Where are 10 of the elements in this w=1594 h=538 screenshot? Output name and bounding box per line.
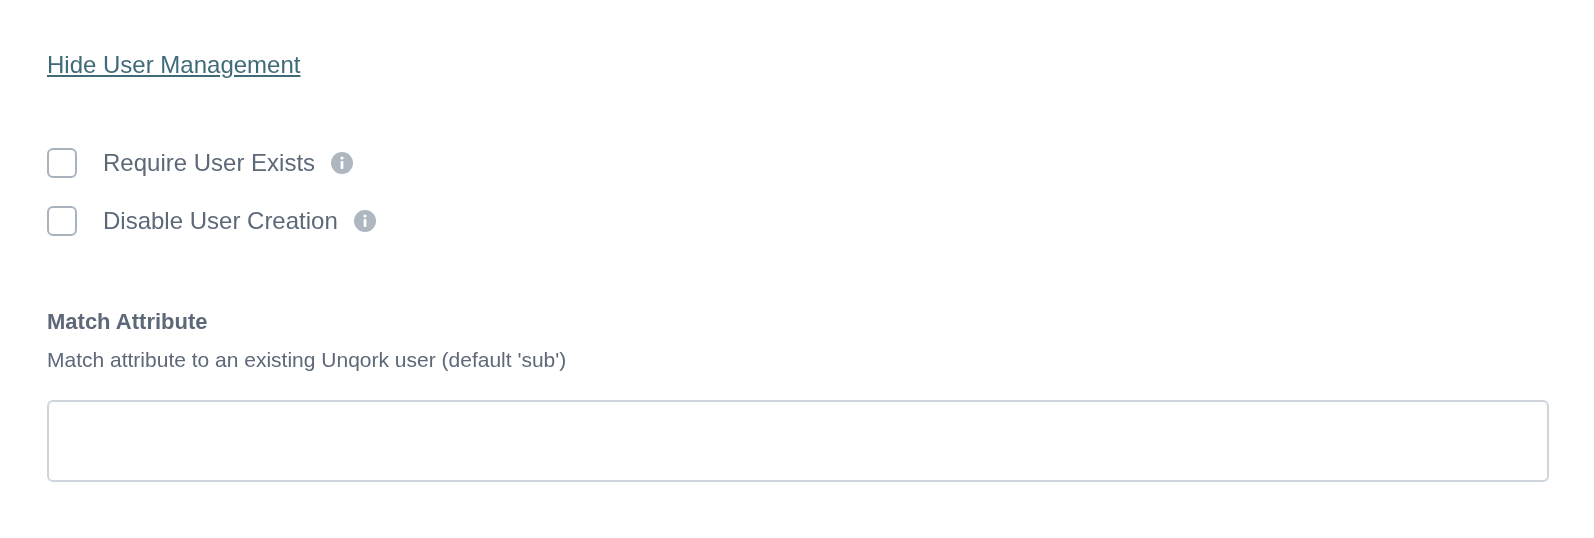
info-icon[interactable] — [331, 152, 354, 174]
info-icon[interactable] — [353, 210, 376, 232]
match-attribute-input[interactable] — [47, 400, 1549, 482]
checkbox[interactable] — [47, 206, 77, 236]
field-description: Match attribute to an existing Unqork user (default 'sub') — [47, 347, 568, 373]
checkbox[interactable] — [47, 148, 77, 178]
hide-user-management-link[interactable]: Hide User Management — [47, 51, 301, 78]
field-label: Match Attribute — [47, 308, 209, 336]
checkbox-label: Disable User Creation — [103, 206, 338, 236]
checkbox-label: Require User Exists — [103, 148, 316, 178]
